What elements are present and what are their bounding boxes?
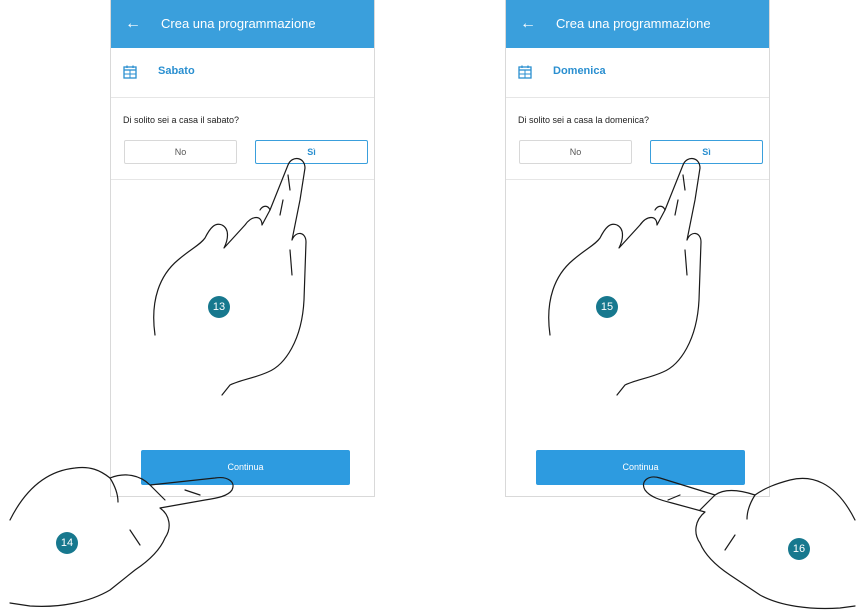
step-badge: 13 [208,296,230,318]
step-badge: 15 [596,296,618,318]
pointing-hand-left-top [153,158,307,396]
pointing-hand-left-bottom [9,466,234,607]
step-badge: 14 [56,532,78,554]
hand-illustrations [9,158,856,610]
pointing-hand-right-top [548,158,702,396]
step-badge: 16 [788,538,810,560]
